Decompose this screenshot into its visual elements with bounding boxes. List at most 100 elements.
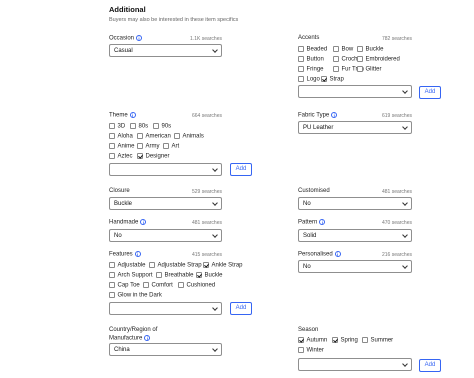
checkbox[interactable] [109, 282, 115, 288]
season-add-button[interactable]: Add [419, 359, 441, 372]
info-icon[interactable]: i [334, 251, 341, 257]
features-option[interactable]: Adjustable Strap [149, 262, 202, 269]
checkbox[interactable] [357, 66, 363, 72]
checkbox[interactable] [357, 46, 363, 52]
pattern-select[interactable]: Solid [298, 229, 412, 242]
fabric-type-value: PU Leather [303, 125, 334, 131]
checkbox[interactable] [333, 46, 339, 52]
checkbox[interactable] [333, 56, 339, 62]
checkbox[interactable] [109, 292, 115, 298]
theme-option[interactable]: Aloha [109, 133, 133, 140]
checkbox[interactable] [153, 123, 159, 129]
checkbox[interactable] [137, 133, 143, 139]
accents-label: Accents [298, 35, 320, 41]
checkbox[interactable] [156, 272, 162, 278]
handmade-select[interactable]: No [109, 229, 222, 242]
features-add-button[interactable]: Add [230, 302, 252, 315]
accents-add-button[interactable]: Add [419, 86, 441, 99]
features-option[interactable]: Arch Support [109, 272, 153, 279]
checkbox[interactable] [137, 143, 143, 149]
checkbox[interactable] [332, 337, 338, 343]
checkbox[interactable] [362, 337, 368, 343]
accents-option[interactable]: Embroidered [357, 56, 400, 63]
accents-input[interactable] [298, 85, 412, 98]
checkbox[interactable] [143, 282, 149, 288]
checkbox-label: Logo [306, 76, 320, 83]
accents-option[interactable]: Glitter [357, 66, 382, 73]
features-option[interactable]: Comfort [143, 282, 173, 289]
features-option[interactable]: Breathable [156, 272, 194, 279]
features-option[interactable]: Adjustable [109, 262, 146, 269]
checkbox[interactable] [163, 143, 169, 149]
closure-select[interactable]: Buckle [109, 197, 222, 210]
customised-select[interactable]: No [298, 197, 412, 210]
theme-input[interactable] [109, 163, 222, 176]
checkbox[interactable] [109, 262, 115, 268]
checkbox-label: 3D [117, 123, 126, 130]
theme-option[interactable]: Army [137, 143, 160, 150]
theme-add-button[interactable]: Add [230, 163, 252, 176]
checkbox[interactable] [298, 56, 304, 62]
accents-option[interactable]: Bow [333, 46, 353, 53]
checkbox[interactable] [130, 123, 136, 129]
season-option[interactable]: Spring [332, 337, 358, 344]
checkbox-label: Designer [145, 153, 170, 160]
theme-option[interactable]: 90s [153, 123, 171, 130]
country-select[interactable]: China [109, 343, 222, 356]
season-input[interactable] [298, 358, 412, 371]
season-option[interactable]: Summer [362, 337, 393, 344]
info-icon[interactable]: i [136, 35, 143, 41]
checkbox[interactable] [109, 143, 115, 149]
accents-option[interactable]: Fringe [298, 66, 324, 73]
accents-option[interactable]: Button [298, 56, 324, 63]
theme-option[interactable]: 80s [130, 123, 148, 130]
checkbox[interactable] [298, 66, 304, 72]
checkbox[interactable] [298, 347, 304, 353]
checkbox[interactable] [321, 76, 327, 82]
checkbox[interactable] [109, 133, 115, 139]
checkbox[interactable] [196, 272, 202, 278]
checkbox[interactable] [203, 262, 209, 268]
accents-option[interactable]: Strap [321, 76, 344, 83]
season-option[interactable]: Autumn [298, 337, 327, 344]
theme-option[interactable]: Anime [109, 143, 135, 150]
features-option[interactable]: Ankle Strap [203, 262, 243, 269]
theme-option[interactable]: Aztec [109, 153, 133, 160]
features-option[interactable]: Buckle [196, 272, 223, 279]
features-option[interactable]: Glow in the Dark [109, 292, 162, 299]
checkbox[interactable] [298, 337, 304, 343]
info-icon[interactable]: i [331, 112, 338, 118]
fabric-type-select[interactable]: PU Leather [298, 121, 412, 134]
season-label: Season [298, 327, 319, 333]
features-option[interactable]: Cap Toe [109, 282, 140, 289]
info-icon[interactable]: i [319, 219, 326, 225]
theme-option[interactable]: Designer [137, 153, 170, 160]
features-option[interactable]: Cushioned [178, 282, 215, 289]
accents-option[interactable]: Buckle [357, 46, 384, 53]
accents-option[interactable]: Beaded [298, 46, 327, 53]
features-input[interactable] [109, 302, 222, 315]
checkbox[interactable] [109, 123, 115, 129]
checkbox[interactable] [149, 262, 155, 268]
checkbox[interactable] [137, 153, 143, 159]
checkbox[interactable] [357, 56, 363, 62]
info-icon[interactable]: i [129, 112, 136, 118]
checkbox[interactable] [178, 282, 184, 288]
info-icon[interactable]: i [140, 219, 147, 225]
checkbox[interactable] [333, 66, 339, 72]
checkbox[interactable] [298, 76, 304, 82]
checkbox[interactable] [298, 46, 304, 52]
occasion-select[interactable]: Casual [109, 44, 222, 57]
season-option[interactable]: Winter [298, 347, 324, 354]
theme-option[interactable]: American [137, 133, 171, 140]
theme-option[interactable]: Animals [174, 133, 204, 140]
theme-option[interactable]: Art [163, 143, 179, 150]
accents-option[interactable]: Logo [298, 76, 320, 83]
personalised-select[interactable]: No [298, 260, 412, 273]
checkbox[interactable] [109, 272, 115, 278]
checkbox[interactable] [109, 153, 115, 159]
checkbox[interactable] [174, 133, 180, 139]
info-icon[interactable]: i [144, 334, 151, 341]
info-icon[interactable]: i [134, 251, 141, 257]
theme-option[interactable]: 3D [109, 123, 125, 130]
